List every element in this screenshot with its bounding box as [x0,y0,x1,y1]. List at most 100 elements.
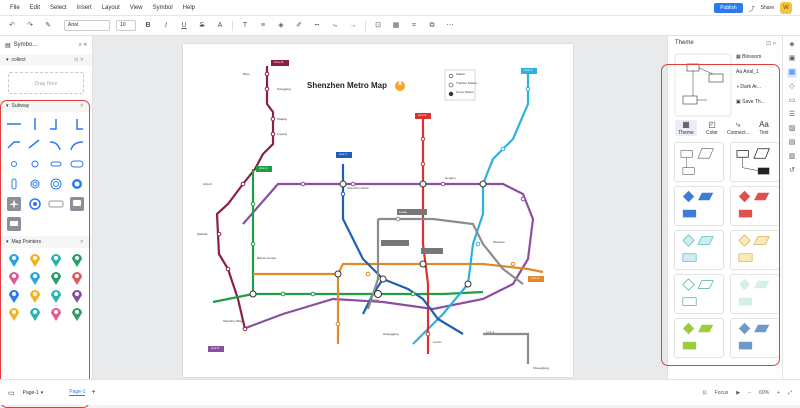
format-painter-icon[interactable]: ✎ [42,20,54,32]
menu-insert[interactable]: Insert [77,5,92,11]
zoom-out-icon[interactable]: − [748,390,751,396]
station-label: Shajing [277,117,288,121]
legend-station-label: Station [456,72,466,76]
theme-icon[interactable]: ▦ [787,68,797,78]
right-toolbar: ◈ ▣ ▦ ◇ ▭ ☰ ▨ ▤ ▥ ↺ [782,36,800,379]
play-icon[interactable]: ▶ [736,390,740,396]
tab-page-1[interactable]: Page-1 [69,389,86,396]
legend-cross-label: Cross Station [456,90,475,94]
map-page[interactable]: Shenzhen Metro Map Station Transfer Stat… [183,44,573,377]
station-label: Bao'an Center [257,256,277,260]
text-color-icon[interactable]: A [214,20,226,32]
redo-icon[interactable]: ↷ [24,20,36,32]
layers-icon[interactable]: ◇ [787,82,797,92]
fullscreen-icon[interactable]: ⤢ [788,390,792,396]
highlight-frame [661,64,780,366]
zoom-in-icon[interactable]: + [777,390,780,396]
station-label: Laojie [399,210,408,214]
text-box-icon[interactable]: T [239,20,251,32]
line-7-label: Line 7 [339,152,348,156]
focus-button[interactable]: Focus [715,390,729,396]
align-icon[interactable]: ≡ [257,20,269,32]
toolbar: ↶ ↷ ✎ Arial 10 B I U S A T ≡ ◈ ✐ ┅ ⤷ → ⊡… [0,16,800,36]
page-icon[interactable]: ▭ [787,96,797,106]
chart-icon[interactable]: ▥ [787,152,797,162]
table-icon[interactable]: ▤ [787,138,797,148]
style-icon[interactable]: ▣ [787,54,797,64]
menu-select[interactable]: Select [50,5,67,11]
fill-color-icon[interactable]: ◈ [275,20,287,32]
page-layout-icon[interactable]: ▭ [8,389,15,397]
fill-icon[interactable]: ◈ [787,40,797,50]
zoom-level[interactable]: 60% [759,390,769,396]
highlight-frame [0,100,90,408]
image-icon[interactable]: ▨ [787,124,797,134]
station-label: Luohu [433,340,442,344]
arrange-icon[interactable]: ⧉ [426,20,438,32]
chevron-down-icon[interactable]: ▾ [41,390,44,396]
map-title: Shenzhen Metro Map [307,81,388,90]
page-selector[interactable]: Page-1 [23,390,39,396]
divider [232,20,233,31]
collapse-icon[interactable]: » [773,41,776,47]
station-label: Shuanglong [533,366,550,370]
menu-layout[interactable]: Layout [102,5,120,11]
undo-icon[interactable]: ↶ [6,20,18,32]
fit-icon[interactable]: ⊡ [702,390,706,396]
share-icon: ⤴ [748,6,755,13]
station-label: Futian [371,298,380,302]
station-label: Airport [203,182,212,186]
menu-help[interactable]: Help [183,5,195,11]
strikethrough-icon[interactable]: S [196,20,208,32]
station-label: Bitou [243,72,250,76]
menu-bar: File Edit Select Insert Layout View Symb… [0,0,800,16]
canvas-area[interactable]: Shenzhen Metro Map Station Transfer Stat… [93,36,667,379]
line-1-label: Line 1 [259,166,268,170]
station-label: Honghu [445,176,456,180]
station-label: Songgang [277,87,291,91]
line-style-icon[interactable]: ┅ [311,20,323,32]
status-bar: ▭ Page-1 ▾ Page-1 + ⊡ Focus ▶ − 60% + ⤢ [0,379,800,405]
menu-symbol[interactable]: Symbol [153,5,173,11]
bold-icon[interactable]: B [142,20,154,32]
menu-edit[interactable]: Edit [30,5,40,11]
theme-panel: Theme ⊡ » ▦ Blossom Aa Arial_1 ◑ Dark Ar… [661,36,782,379]
line-4-label: Line 4 [418,113,427,117]
menu-file[interactable]: File [10,5,20,11]
share-button[interactable]: Share [761,5,774,11]
symbol-library-icon: ▤ [5,42,11,49]
section-collect-header[interactable]: ▾ collect ⊟ ✕ [0,54,92,66]
station-label: Shuiwan [493,240,505,244]
add-page-icon[interactable]: + [91,389,95,396]
avatar[interactable]: W [780,2,792,14]
line-color-icon[interactable]: ✐ [293,20,305,32]
pin-icon[interactable]: ⊡ [766,41,771,47]
history-icon[interactable]: ↺ [787,166,797,176]
font-size-select[interactable]: 10 [116,20,136,31]
more-icon[interactable]: ⋯ [444,20,456,32]
theme-blossom[interactable]: ▦ Blossom [736,50,765,65]
lock-icon[interactable]: ⊡ [372,20,384,32]
chevron-down-icon: ▾ [6,57,9,63]
section-tools-icon[interactable]: ⊟ ✕ [74,57,84,63]
station-label: Shenzhen Bay [223,319,243,323]
line-9-label: Line 9 [486,330,495,334]
station-label: Qianhai [197,232,208,236]
connector-icon[interactable]: ⤷ [329,20,341,32]
data-icon[interactable]: ☰ [787,110,797,120]
station-label: Shenzhen North [347,186,369,190]
publish-button[interactable]: Publish [714,3,743,13]
font-family-select[interactable]: Arial [64,20,110,31]
line-5-label: Line 5 [211,346,220,350]
italic-icon[interactable]: I [160,20,172,32]
crop-icon[interactable]: ⌗ [408,20,420,32]
search-icon[interactable]: ⌕ [79,42,82,48]
collapse-icon[interactable]: « [84,42,87,48]
underline-icon[interactable]: U [178,20,190,32]
table-icon[interactable]: ▦ [390,20,402,32]
drag-here-area[interactable]: Drag Here [8,72,84,94]
theme-panel-title: Theme [675,40,694,46]
arrow-style-icon[interactable]: → [347,20,359,32]
divider [365,20,366,31]
menu-view[interactable]: View [130,5,143,11]
